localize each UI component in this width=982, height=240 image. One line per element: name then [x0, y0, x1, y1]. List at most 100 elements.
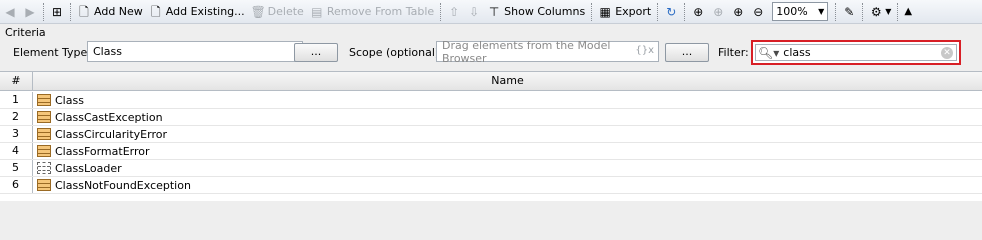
- edit-icon: ✎: [844, 4, 855, 19]
- row-name: ClassFormatError: [55, 144, 150, 158]
- toolbar-separator: [657, 2, 659, 21]
- zoom-actual-icon: ⊕: [713, 4, 724, 19]
- filter-highlight: 🔍︎▾ class ✕: [751, 40, 961, 65]
- arrow-up-icon: ⇧: [449, 4, 460, 19]
- table-row[interactable]: 6 ClassNotFoundException: [0, 177, 982, 194]
- search-icon[interactable]: 🔍︎▾: [758, 46, 779, 60]
- criteria-panel: Criteria Element Type: Class ... Scope (…: [0, 24, 982, 70]
- delete-label: Delete: [267, 5, 304, 18]
- zoom-select[interactable]: 100% ▼: [772, 2, 829, 21]
- zoom-in-button[interactable]: ⊕: [728, 1, 748, 23]
- arrow-right-icon: ▶: [25, 4, 35, 19]
- chevron-up-icon: ▲: [904, 6, 913, 17]
- toolbar-separator: [684, 2, 686, 21]
- filter-label: Filter:: [718, 46, 749, 59]
- trash-icon: 🗑: [250, 4, 266, 19]
- move-up-button[interactable]: ⇧: [444, 1, 464, 23]
- toolbar-separator: [591, 2, 593, 21]
- show-columns-label: Show Columns: [504, 5, 586, 18]
- table-row[interactable]: 3 ClassCircularityError: [0, 126, 982, 143]
- zoom-fit-icon: ⊕: [693, 4, 704, 19]
- table-row[interactable]: 5 ClassLoader: [0, 160, 982, 177]
- refresh-button[interactable]: ↻: [661, 1, 681, 23]
- chevron-down-icon: ▼: [818, 7, 825, 16]
- add-new-button[interactable]: 🗋 Add New: [74, 1, 146, 23]
- export-icon: ▦: [599, 4, 611, 19]
- delete-button[interactable]: 🗑 Delete: [248, 1, 307, 23]
- criteria-title: Criteria: [5, 26, 46, 39]
- add-existing-button[interactable]: 🗋 Add Existing...: [146, 1, 248, 23]
- show-columns-button[interactable]: ⊤ Show Columns: [484, 1, 588, 23]
- back-button[interactable]: ◀: [0, 1, 20, 23]
- toolbar-separator: [43, 2, 44, 21]
- options-button[interactable]: ⚙ ▼: [866, 1, 894, 23]
- export-button[interactable]: ▦ Export: [595, 1, 654, 23]
- hierarchy-icon: ⊞: [51, 4, 63, 19]
- row-name: ClassLoader: [55, 161, 122, 175]
- collapse-button[interactable]: ▲: [901, 1, 915, 23]
- row-name: Class: [55, 93, 84, 107]
- arrow-down-icon: ⇩: [469, 4, 480, 19]
- export-label: Export: [615, 5, 652, 18]
- filter-input[interactable]: 🔍︎▾ class ✕: [755, 44, 957, 61]
- table-row[interactable]: 4 ClassFormatError: [0, 143, 982, 160]
- row-number: 5: [0, 160, 33, 176]
- class-icon: [37, 145, 51, 157]
- edit-button[interactable]: ✎: [839, 1, 859, 23]
- zoom-out-button[interactable]: ⊖: [748, 1, 768, 23]
- hierarchy-button[interactable]: ⊞: [47, 1, 67, 23]
- zoom-actual-button[interactable]: ⊕: [708, 1, 728, 23]
- row-name: ClassCircularityError: [55, 127, 167, 141]
- remove-from-table-label: Remove From Table: [326, 5, 435, 18]
- scope-browse-button[interactable]: ...: [665, 43, 709, 62]
- new-document-icon: 🗋: [79, 4, 89, 19]
- remove-from-table-button[interactable]: ▤ Remove From Table: [307, 1, 437, 23]
- move-down-button[interactable]: ⇩: [464, 1, 484, 23]
- element-type-browse-button[interactable]: ...: [294, 43, 338, 62]
- zoom-value: 100%: [776, 5, 808, 18]
- filter-value: class: [783, 46, 811, 59]
- abstract-class-icon: [37, 162, 51, 174]
- add-new-label: Add New: [94, 5, 143, 18]
- element-type-value: Class: [93, 45, 122, 58]
- table-row[interactable]: 2 ClassCastException: [0, 109, 982, 126]
- toolbar: ◀ ▶ ⊞ 🗋 Add New 🗋 Add Existing... 🗑 Dele…: [0, 0, 982, 24]
- toolbar-separator: [862, 2, 864, 21]
- row-name: ClassCastException: [55, 110, 163, 124]
- row-name: ClassNotFoundException: [55, 178, 191, 192]
- table-body: 1 Class 2 ClassCastException 3 ClassCirc…: [0, 92, 982, 194]
- row-number: 4: [0, 143, 33, 159]
- element-type-label: Element Type:: [13, 46, 92, 59]
- zoom-fit-button[interactable]: ⊕: [688, 1, 708, 23]
- class-icon: [37, 128, 51, 140]
- column-header-name[interactable]: Name: [33, 72, 982, 90]
- row-number: 2: [0, 109, 33, 125]
- results-table: # Name 1 Class 2 ClassCastException 3 Cl…: [0, 71, 982, 201]
- columns-icon: ⊤: [488, 4, 500, 19]
- element-type-field[interactable]: Class: [87, 41, 303, 62]
- forward-button[interactable]: ▶: [20, 1, 40, 23]
- zoom-out-icon: ⊖: [753, 4, 764, 19]
- class-icon: [37, 94, 51, 106]
- toolbar-separator: [70, 2, 71, 21]
- toolbar-separator: [835, 2, 837, 21]
- class-icon: [37, 179, 51, 191]
- table-row[interactable]: 1 Class: [0, 92, 982, 109]
- chevron-down-icon: ▼: [885, 7, 892, 16]
- row-number: 6: [0, 177, 33, 193]
- clear-icon[interactable]: ✕: [941, 46, 953, 59]
- add-existing-icon: 🗋: [150, 4, 161, 19]
- row-number: 1: [0, 92, 33, 108]
- column-header-number[interactable]: #: [0, 72, 33, 90]
- expression-icon[interactable]: {}x: [635, 45, 654, 56]
- zoom-in-icon: ⊕: [733, 4, 744, 19]
- remove-row-icon: ▤: [311, 4, 323, 19]
- refresh-icon: ↻: [666, 4, 677, 19]
- scope-field[interactable]: Drag elements from the Model Browser {}x: [436, 39, 659, 65]
- gear-icon: ⚙: [870, 4, 882, 19]
- table-header: # Name: [0, 72, 982, 91]
- row-number: 3: [0, 126, 33, 142]
- toolbar-separator: [440, 2, 442, 21]
- add-existing-label: Add Existing...: [165, 5, 245, 18]
- arrow-left-icon: ◀: [5, 4, 15, 19]
